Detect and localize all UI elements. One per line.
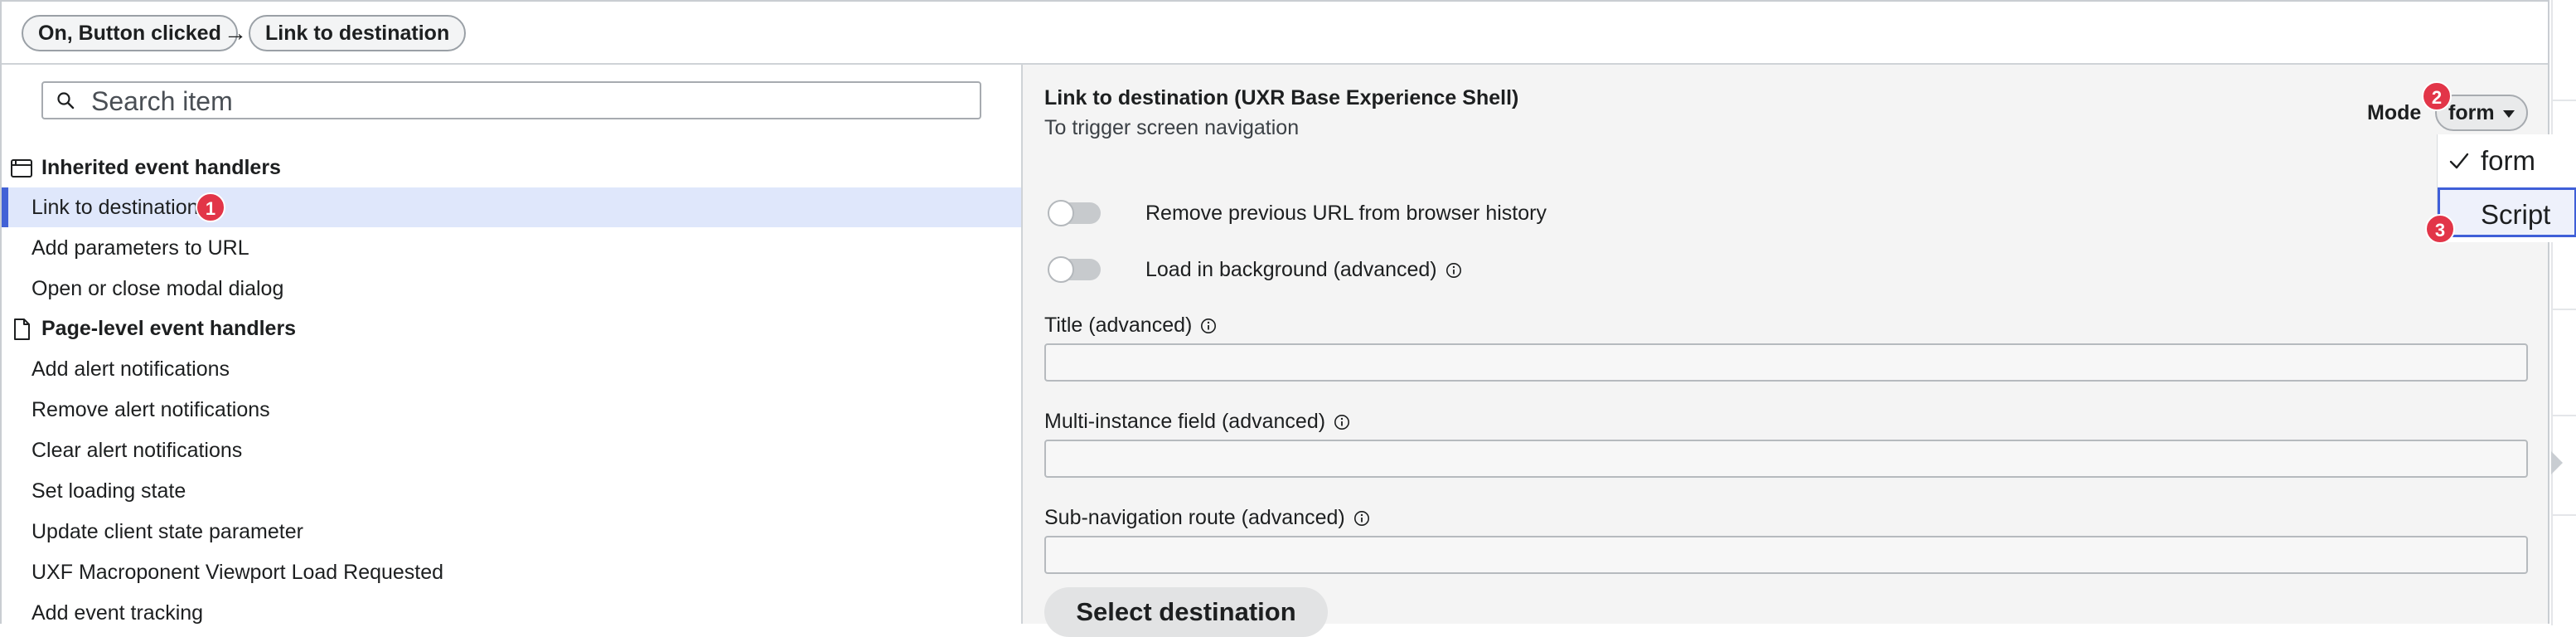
toggle-knob — [1048, 200, 1074, 226]
background-page-edge — [2551, 0, 2576, 625]
breadcrumb-arrow-icon: → — [224, 20, 247, 46]
panel-subtitle: To trigger screen navigation — [1044, 116, 1300, 139]
toggle-switch[interactable] — [1048, 256, 1101, 283]
handler-list-panel: Inherited event handlers Link to destina… — [2, 65, 1021, 625]
list-item-client-state[interactable]: Update client state parameter — [2, 512, 1021, 552]
window-icon — [11, 159, 32, 177]
info-icon[interactable] — [1445, 262, 1462, 279]
sub-navigation-field-label: Sub-navigation route (advanced) — [1044, 506, 1370, 530]
page-level-handlers-label: Page-level event handlers — [41, 317, 297, 340]
page-icon — [14, 318, 30, 340]
multi-instance-field-label-text: Multi-instance field (advanced) — [1044, 410, 1326, 433]
step-badge-3: 3 — [2425, 214, 2455, 244]
mode-value: form — [2448, 101, 2495, 124]
breadcrumb-action-chip[interactable]: Link to destination — [249, 15, 467, 51]
step-badge-2: 2 — [2422, 81, 2452, 111]
inherited-handlers-label: Inherited event handlers — [41, 156, 281, 179]
handler-config-panel: Link to destination (UXR Base Experience… — [1021, 65, 2548, 637]
mode-dropdown-menu: form Script — [2437, 134, 2576, 242]
title-field[interactable] — [1044, 343, 2528, 382]
list-item-loading-state[interactable]: Set loading state — [2, 471, 1021, 511]
toggle-label: Remove previous URL from browser history — [1145, 202, 1547, 225]
list-item-link-to-destination[interactable]: Link to destination — [2, 187, 1021, 227]
select-destination-button[interactable]: Select destination — [1044, 587, 1328, 637]
menu-item-label: form — [2481, 145, 2535, 176]
step-badge-1: 1 — [196, 192, 225, 222]
toggle-label-wrap: Load in background (advanced) — [1145, 254, 1462, 285]
title-field-label: Title (advanced) — [1044, 314, 1217, 338]
list-item-clear-alert[interactable]: Clear alert notifications — [2, 430, 1021, 470]
search-icon — [57, 92, 75, 109]
toggle-knob — [1048, 256, 1074, 283]
panel-collapse-arrow-icon[interactable] — [2551, 451, 2563, 474]
mode-label: Mode — [2367, 101, 2422, 124]
info-icon[interactable] — [1353, 510, 1370, 527]
multi-instance-field[interactable] — [1044, 440, 2528, 478]
toggle-switch[interactable] — [1048, 200, 1101, 226]
menu-item-label: Script — [2481, 199, 2551, 230]
multi-instance-field-label: Multi-instance field (advanced) — [1044, 410, 1350, 434]
panel-title: Link to destination (UXR Base Experience… — [1044, 86, 1519, 109]
sub-navigation-field[interactable] — [1044, 536, 2528, 574]
breadcrumb-trigger-chip[interactable]: On, Button clicked — [22, 15, 238, 51]
checkmark-icon — [2449, 153, 2469, 169]
title-field-label-text: Title (advanced) — [1044, 314, 1193, 337]
info-icon[interactable] — [1334, 414, 1350, 430]
caret-down-icon — [2503, 110, 2515, 118]
list-item-modal-dialog[interactable]: Open or close modal dialog — [2, 269, 1021, 309]
list-item-remove-alert[interactable]: Remove alert notifications — [2, 390, 1021, 430]
menu-item-script[interactable]: Script — [2438, 187, 2576, 237]
list-item-add-parameters[interactable]: Add parameters to URL — [2, 228, 1021, 268]
search-input[interactable] — [90, 85, 971, 118]
toggle-label: Load in background (advanced) — [1145, 258, 1437, 281]
list-item-add-alert[interactable]: Add alert notifications — [2, 349, 1021, 389]
list-item-event-tracking[interactable]: Add event tracking — [2, 593, 1021, 633]
menu-item-form[interactable]: form — [2438, 136, 2576, 186]
breadcrumb: On, Button clicked → Link to destination — [2, 2, 2548, 65]
sub-navigation-field-label-text: Sub-navigation route (advanced) — [1044, 506, 1345, 529]
info-icon[interactable] — [1200, 318, 1217, 334]
list-item-viewport-load[interactable]: UXF Macroponent Viewport Load Requested — [2, 552, 1021, 592]
search-box[interactable] — [41, 81, 981, 119]
